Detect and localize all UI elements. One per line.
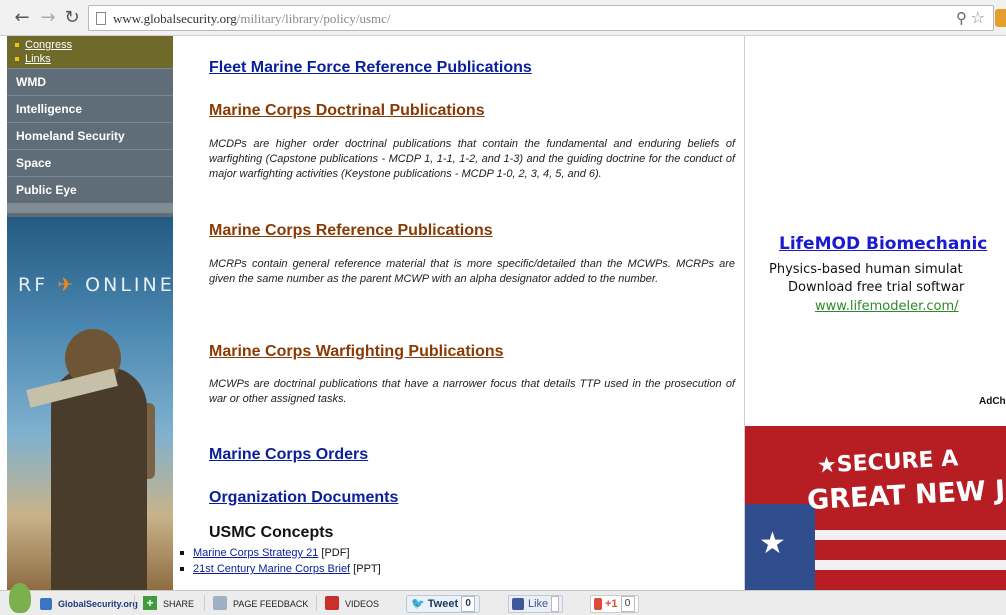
back-arrow-icon[interactable]: ← [12,8,32,28]
organization-documents-link[interactable]: Organization Documents [209,489,398,507]
plus-icon: + [143,596,157,610]
mcwp-link[interactable]: Marine Corps Warfighting Publications [209,343,504,361]
bookmark-star-icon[interactable]: ☆ [971,8,985,27]
bullet-icon [15,43,19,48]
list-item: 21st Century Marine Corps Brief [PPT] [180,561,381,577]
concepts-list: Marine Corps Strategy 21 [PDF] 21st Cent… [180,545,381,577]
url-text[interactable]: www.globalsecurity.org/military/library/… [113,11,391,27]
sidebar-item-homeland-security[interactable]: Homeland Security [7,122,173,149]
page-feedback-button[interactable]: PAGE FEEDBACK [213,596,308,612]
mcrp-link[interactable]: Marine Corps Reference Publications [209,222,493,240]
zoom-icon[interactable]: ⚲ [956,9,967,27]
facebook-like-button[interactable]: Like [508,595,564,613]
bullet-icon [15,57,19,62]
orders-link[interactable]: Marine Corps Orders [209,446,368,464]
fmfrp-link[interactable]: Fleet Marine Force Reference Publication… [209,59,532,77]
reload-icon[interactable]: ↻ [62,8,82,28]
separator [316,595,317,611]
adchoices-label[interactable]: AdCh [979,396,1006,407]
secure-job-ad-banner[interactable]: ★ ★SECURE A GREAT NEW J [745,426,1006,590]
extension-icon[interactable] [995,9,1006,27]
tweet-count: 0 [461,596,476,612]
rf-online-logo: RF ✈ ONLINE [18,274,173,296]
right-ad-column: LifeMOD Biomechanic Physics-based human … [745,36,1006,590]
21st-century-brief-link[interactable]: 21st Century Marine Corps Brief [193,563,350,575]
separator [134,595,135,611]
rf-online-ad-banner[interactable]: RF ✈ ONLINE [7,217,173,590]
separator [204,595,205,611]
forward-arrow-icon[interactable]: → [38,8,58,28]
lifemod-ad-link[interactable]: LifeMOD Biomechanic [779,234,987,254]
sidebar-divider [7,203,173,213]
address-bar[interactable]: www.globalsecurity.org/military/library/… [88,5,994,31]
logo-icon [40,598,52,610]
mcwp-description: MCWPs are doctrinal publications that ha… [209,378,735,405]
globalsecurity-logo[interactable]: GlobalSecurity.org [40,596,138,612]
browser-toolbar: ← → ↻ www.globalsecurity.org/military/li… [0,0,1006,36]
sidebar-sub-item-links[interactable]: Links [15,52,173,66]
google-plus-button[interactable]: +1 0 [590,595,639,613]
concepts-heading: USMC Concepts [209,524,334,541]
bullet-icon [180,551,184,556]
ad-text-line-1: Physics-based human simulat [769,262,963,277]
share-button[interactable]: + SHARE [143,596,194,612]
google-plus-icon [594,598,602,610]
gplus-count: 0 [620,596,635,612]
mascot-icon[interactable] [9,583,31,613]
sidebar-sub-list: Congress Links [7,36,173,68]
ad-url-link[interactable]: www.lifemodeler.com/ [815,299,959,314]
mcdp-description: MCDPs are higher order doctrinal publica… [209,138,735,180]
ad-text-line-2: Download free trial softwar [788,280,965,295]
mcrp-description: MCRPs contain general reference material… [209,258,735,285]
sidebar: Congress Links WMD Intelligence Homeland… [7,36,173,590]
list-item: Marine Corps Strategy 21 [PDF] [180,545,381,561]
twitter-bird-icon: 🐦 [411,598,425,610]
feedback-icon [213,596,227,610]
mcdp-link[interactable]: Marine Corps Doctrinal Publications [209,102,485,120]
tweet-button[interactable]: 🐦 Tweet 0 [406,595,481,613]
share-bar: GlobalSecurity.org + SHARE PAGE FEEDBACK … [0,583,1006,615]
sidebar-item-space[interactable]: Space [7,149,173,176]
main-content: Fleet Marine Force Reference Publication… [180,36,744,590]
page-icon [96,12,106,25]
ad-figure-body [51,367,147,590]
sidebar-item-intelligence[interactable]: Intelligence [7,95,173,122]
banner-headline-1: ★SECURE A [816,446,959,479]
banner-headline-2: GREAT NEW J [806,474,1006,517]
like-count [551,596,560,612]
star-icon: ★ [759,526,786,561]
videos-button[interactable]: VIDEOS [325,596,379,612]
youtube-icon [325,596,339,610]
facebook-icon [512,598,524,610]
strategy-21-link[interactable]: Marine Corps Strategy 21 [193,547,318,559]
sidebar-item-wmd[interactable]: WMD [7,68,173,95]
sidebar-sub-item-congress[interactable]: Congress [15,38,173,52]
sidebar-item-public-eye[interactable]: Public Eye [7,176,173,203]
bullet-icon [180,567,184,572]
